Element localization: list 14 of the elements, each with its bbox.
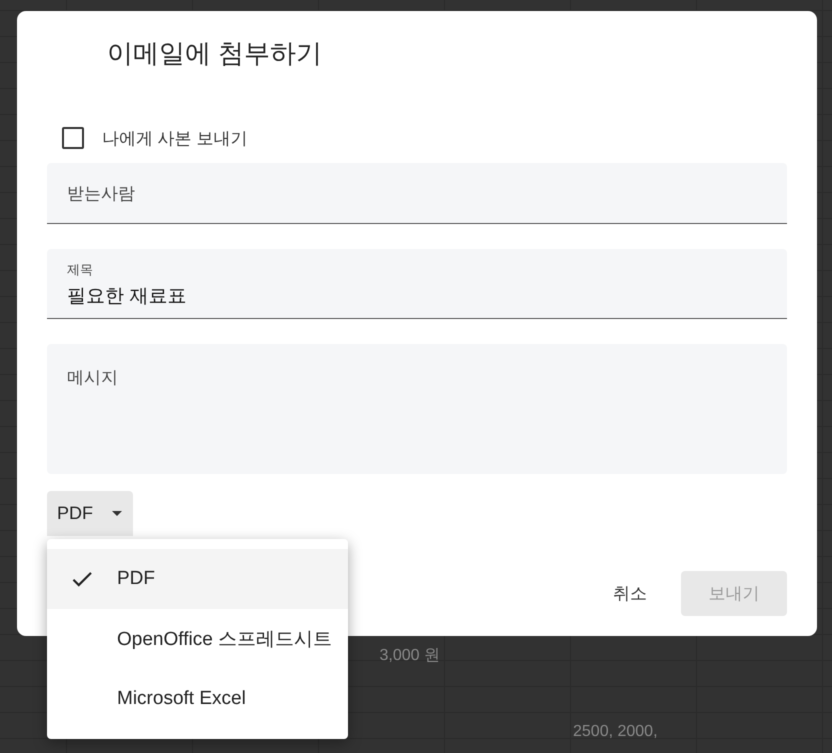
input-field[interactable]: 받는사람	[47, 163, 787, 224]
menu-item[interactable]: PDF	[47, 549, 348, 609]
cell-text: 3,000 원	[378, 646, 440, 666]
message-field[interactable]: 메시지	[47, 344, 787, 474]
checkbox[interactable]	[62, 127, 84, 149]
input-field[interactable]: 제목 필요한 재료표	[47, 249, 787, 319]
dialog-title: 이메일에 첨부하기	[107, 37, 324, 70]
menu-item[interactable]: Microsoft Excel	[47, 669, 348, 729]
cancel-button[interactable]: 취소	[597, 571, 663, 616]
caret-icon	[112, 511, 122, 516]
cell-text: 2500, 2000,	[573, 723, 659, 741]
menu-item[interactable]: OpenOffice 스프레드시트	[47, 609, 348, 669]
format-dropdown[interactable]: PDF	[47, 491, 133, 536]
checkbox-label: 나에게 사본 보내기	[102, 128, 248, 150]
